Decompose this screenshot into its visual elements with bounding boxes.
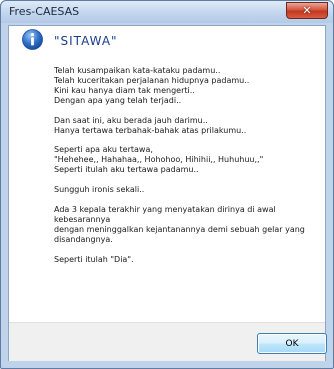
- message-paragraph: Ada 3 kepala terakhir yang menyatakan di…: [54, 205, 305, 244]
- close-icon: ✕: [302, 4, 312, 17]
- message-paragraph: Seperti apa aku tertawa, "Hehehee,, Haha…: [54, 145, 264, 175]
- title-bar[interactable]: Fres-CAESAS ✕: [1, 1, 333, 23]
- message-paragraph: Sungguh ironis sekali..: [54, 185, 145, 195]
- ok-button[interactable]: OK: [257, 333, 327, 354]
- dialog-heading: "SITAWA": [54, 34, 118, 48]
- window-title: Fres-CAESAS: [9, 5, 80, 18]
- button-bar: OK: [9, 322, 327, 361]
- message-paragraph: Telah kusampaikan kata-kataku padamu.. T…: [54, 66, 250, 105]
- dialog-window: Fres-CAESAS ✕ "SITAWA" Telah kusampaikan…: [0, 0, 334, 369]
- information-icon: [22, 29, 43, 50]
- close-button[interactable]: ✕: [286, 2, 328, 19]
- message-paragraph: Dan saat ini, aku berada jauh darimu.. H…: [54, 115, 247, 135]
- dialog-message: Telah kusampaikan kata-kataku padamu.. T…: [54, 66, 314, 265]
- message-paragraph: Seperti itulah "Dia".: [54, 254, 134, 264]
